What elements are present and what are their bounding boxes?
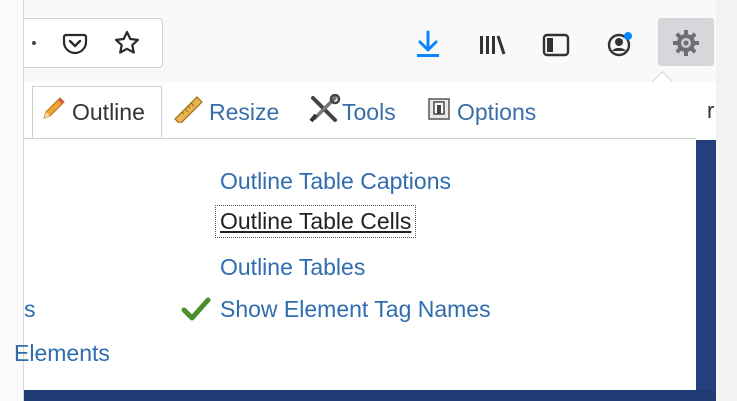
menu-item-outline-table-cells[interactable]: Outline Table Cells xyxy=(214,205,417,238)
dot-icon xyxy=(32,41,36,45)
browser-toolbar xyxy=(24,0,716,83)
left-menu-item-cut[interactable]: s xyxy=(24,296,36,323)
tab-tools-label: Tools xyxy=(342,98,396,125)
url-bar-end[interactable] xyxy=(24,18,163,68)
download-icon[interactable] xyxy=(410,28,446,60)
account-icon[interactable] xyxy=(602,28,638,60)
gear-icon xyxy=(671,28,701,58)
extension-button[interactable] xyxy=(658,18,714,66)
cut-off-text: r xyxy=(707,98,715,123)
sidebar-icon[interactable] xyxy=(538,30,574,60)
pencil-icon xyxy=(39,95,67,129)
tab-outline[interactable]: Outline xyxy=(32,86,162,138)
left-menu-item-elements[interactable]: Elements xyxy=(14,340,110,367)
tab-resize[interactable]: Resize xyxy=(172,86,279,138)
page-background-bottom xyxy=(24,390,716,401)
tools-icon xyxy=(308,93,342,130)
library-icon[interactable] xyxy=(474,30,510,60)
options-icon xyxy=(426,96,452,128)
tab-bar: Outline Resize Tools Options xyxy=(24,86,696,139)
menu-item-outline-table-captions[interactable]: Outline Table Captions xyxy=(220,168,451,195)
star-icon[interactable] xyxy=(112,28,142,58)
pocket-icon[interactable] xyxy=(60,28,90,58)
menu-item-outline-tables[interactable]: Outline Tables xyxy=(220,254,365,281)
tab-options[interactable]: Options xyxy=(426,86,536,138)
ruler-icon xyxy=(172,95,204,129)
tab-tools[interactable]: Tools xyxy=(308,86,396,138)
checkmark-icon xyxy=(181,296,211,327)
tab-resize-label: Resize xyxy=(209,98,280,125)
menu-item-show-element-tag-names[interactable]: Show Element Tag Names xyxy=(220,296,491,323)
page-background-strip xyxy=(696,140,716,390)
tab-outline-label: Outline xyxy=(72,98,145,125)
tab-options-label: Options xyxy=(457,98,537,125)
window-edge-right xyxy=(716,0,737,401)
